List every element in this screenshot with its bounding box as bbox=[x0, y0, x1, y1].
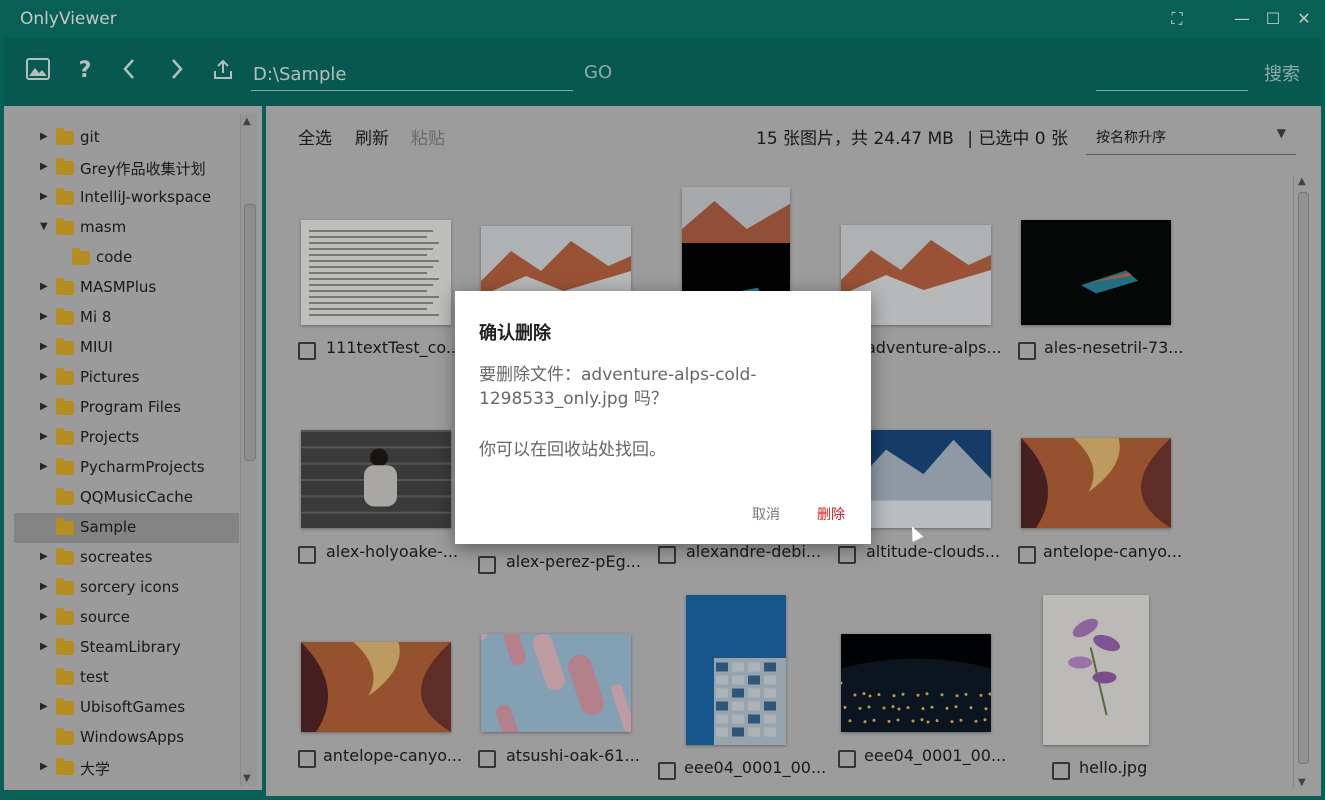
dialog-hint: 你可以在回收站处找回。 bbox=[479, 440, 666, 460]
dialog-message: 要删除文件：adventure-alps-cold-1298533_only.j… bbox=[479, 365, 757, 409]
dialog-title: 确认删除 bbox=[479, 323, 551, 344]
confirm-delete-dialog: 确认删除 要删除文件：adventure-alps-cold-1298533_o… bbox=[455, 291, 871, 544]
delete-button[interactable]: 删除 bbox=[817, 504, 845, 524]
cancel-button[interactable]: 取消 bbox=[752, 504, 780, 524]
